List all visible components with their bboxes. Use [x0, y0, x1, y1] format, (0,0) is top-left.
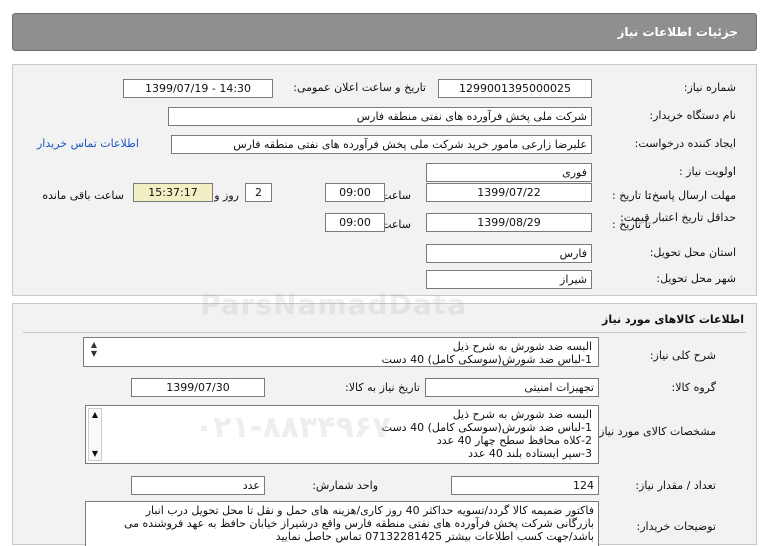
watermark-text: ParsNamadData — [200, 288, 467, 321]
buyer-notes-line-3: باشد/جهت کسب اطلاعات بیشتر 07132281425 ت… — [275, 530, 594, 543]
announce-datetime-field: 1399/07/19 - 14:30 — [123, 79, 273, 98]
time-remaining-field: 15:37:17 — [133, 183, 213, 202]
buyer-notes-label: توضیحات خریدار: — [636, 520, 717, 533]
quantity-field: 124 — [451, 476, 599, 495]
goods-section-title: اطلاعات کالاهای مورد نیاز — [602, 313, 744, 326]
delivery-city-field: شیراز — [426, 270, 592, 289]
days-and-label: روز و — [214, 189, 239, 202]
quantity-label: تعداد / مقدار نیاز: — [635, 479, 716, 492]
specs-label: مشخصات کالای مورد نیاز: — [595, 425, 716, 438]
price-validity-until-label: تا تاریخ : — [612, 218, 651, 231]
page-title: جزئیات اطلاعات نیاز — [617, 25, 738, 39]
section-divider — [23, 332, 746, 333]
buyer-org-field: شرکت ملی پخش فرآورده های نفتی منطقه فارس — [168, 107, 592, 126]
time-remaining-label: ساعت باقی مانده — [42, 189, 124, 202]
general-desc-label: شرح کلی نیاز: — [649, 349, 716, 362]
unit-field: عدد — [131, 476, 265, 495]
price-validity-date-field: 1399/08/29 — [426, 213, 592, 232]
buyer-notes-line-1: فاکتور ضمیمه کالا گردد/تسویه حداکثر 40 ر… — [145, 504, 594, 517]
resize-handle-icon: ▲ ▼ — [90, 340, 98, 358]
reply-date-field: 1399/07/22 — [426, 183, 592, 202]
specs-scrollbar[interactable]: ▲ ▼ — [88, 408, 102, 461]
delivery-province-field: فارس — [426, 244, 592, 263]
scroll-down-icon[interactable]: ▼ — [90, 449, 100, 459]
need-number-field: 1299001395000025 — [438, 79, 592, 98]
need-info-panel: شماره نیاز: 1299001395000025 تاریخ و ساع… — [12, 64, 757, 296]
delivery-city-label: شهر محل تحویل: — [656, 272, 736, 285]
buyer-org-label: نام دستگاه خریدار: — [649, 109, 736, 122]
need-date-field: 1399/07/30 — [131, 378, 265, 397]
need-number-label: شماره نیاز: — [683, 81, 736, 94]
specs-line-4: 3-سپر ایستاده بلند 40 عدد — [468, 447, 592, 460]
reply-until-date-label: تا تاریخ : — [612, 189, 651, 202]
goods-group-field: تجهیزات امنیتی — [425, 378, 599, 397]
reply-time-field: 09:00 — [325, 183, 385, 202]
general-desc-textarea[interactable]: ▲ ▼ البسه ضد شورش به شرح ذیل 1-لباس ضد شو… — [83, 337, 599, 367]
page-header: جزئیات اطلاعات نیاز — [12, 13, 757, 51]
unit-label: واحد شمارش: — [312, 479, 378, 492]
watermark-phone: ۰۲۱-۸۸۳۴۹۶۷۰ — [195, 410, 409, 445]
priority-field: فوری — [426, 163, 592, 182]
buyer-notes-line-2: بازرگانی شرکت پخش فرآورده های نفتی منطقه… — [123, 517, 594, 530]
general-desc-line-1: البسه ضد شورش به شرح ذیل — [452, 340, 592, 353]
reply-time-label: ساعت — [381, 189, 411, 202]
price-validity-time-field: 09:00 — [325, 213, 385, 232]
need-date-label: تاریخ نیاز به کالا: — [345, 381, 420, 394]
delivery-province-label: استان محل تحویل: — [649, 246, 736, 259]
scroll-up-icon[interactable]: ▲ — [90, 410, 100, 420]
reply-deadline-label: مهلت ارسال پاسخ: — [648, 189, 736, 202]
price-validity-time-label: ساعت — [381, 218, 411, 231]
announce-datetime-label: تاریخ و ساعت اعلان عمومی: — [293, 81, 426, 94]
days-remaining-field: 2 — [245, 183, 272, 202]
buyer-contact-link[interactable]: اطلاعات تماس خریدار — [37, 137, 139, 150]
buyer-notes-textarea[interactable]: فاکتور ضمیمه کالا گردد/تسویه حداکثر 40 ر… — [85, 501, 599, 546]
goods-group-label: گروه کالا: — [671, 381, 716, 394]
priority-label: اولویت نیاز : — [678, 165, 736, 178]
requester-field: علیرضا زارعی مامور خرید شرکت ملی پخش فرآ… — [171, 135, 592, 154]
general-desc-line-2: 1-لباس ضد شورش(سوسکی کامل) 40 دست — [381, 353, 592, 366]
requester-label: ایجاد کننده درخواست: — [634, 137, 736, 150]
